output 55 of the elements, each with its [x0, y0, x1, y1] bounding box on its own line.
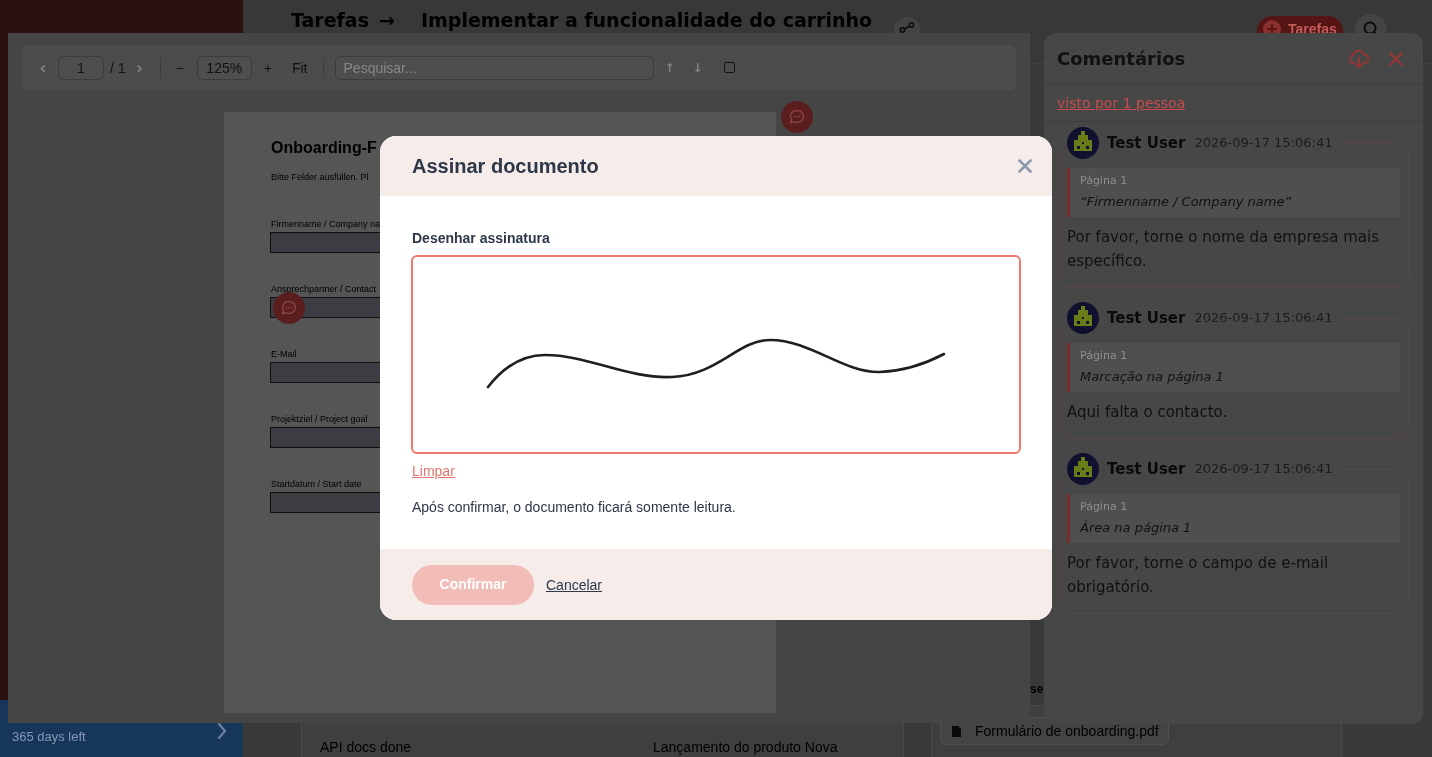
quote-text: “Firmenname / Company name”	[1080, 193, 1292, 211]
clear-link[interactable]: Limpar	[412, 462, 455, 480]
author-name: Test User	[1107, 459, 1186, 479]
section-heading: se	[1030, 681, 1044, 698]
checkbox[interactable]	[723, 62, 735, 73]
file-icon	[952, 725, 961, 737]
input-field[interactable]	[270, 427, 382, 448]
page-reference: Página 1	[1080, 500, 1128, 514]
field-label: E-Mail	[271, 348, 297, 360]
cancel-link[interactable]: Cancelar	[546, 575, 603, 594]
task-title: API docs done	[320, 738, 413, 756]
avatar-icon	[1067, 302, 1099, 334]
input-field[interactable]	[270, 492, 382, 513]
trial-days-text: 365 days left	[12, 729, 86, 745]
fit-button[interactable]: Fit	[291, 59, 308, 76]
close-icon[interactable]	[1018, 159, 1032, 173]
input-field[interactable]	[270, 362, 382, 383]
signature-label: Desenhar assinatura	[412, 229, 550, 247]
author-name: Test User	[1107, 308, 1186, 328]
page-title: Implementar a funcionalidade do carrinho	[420, 9, 873, 32]
input-field[interactable]	[270, 232, 382, 253]
share-icon[interactable]	[894, 17, 921, 33]
dialog-title: Assinar documento	[412, 154, 599, 178]
breadcrumb-link[interactable]: Tarefas	[291, 9, 369, 32]
field-label: Firmenname / Company na	[271, 218, 381, 230]
project-name: Lançamento do produto Nova	[653, 738, 838, 756]
field-label: Ansprechpartner / Contact	[271, 283, 377, 295]
page-reference: Página 1	[1080, 174, 1128, 188]
readonly-note: Após confirmar, o documento ficará somente leitura.	[412, 498, 736, 516]
comment-marker-icon[interactable]	[781, 101, 813, 133]
plus-icon	[1263, 20, 1281, 33]
search-field[interactable]: Pesquisar...	[334, 55, 654, 80]
quote-text: Marcação na página 1	[1080, 368, 1224, 386]
quote-text: Área na página 1	[1080, 519, 1192, 537]
zoom-level-field[interactable]: 125%	[196, 55, 252, 80]
cloud-download-icon[interactable]	[1349, 49, 1369, 68]
seen-by-link[interactable]: visto por 1 pessoa	[1057, 94, 1186, 112]
search-icon[interactable]	[1355, 14, 1387, 33]
document-instructions: Bitte Felder ausfüllen. Pl	[271, 171, 369, 183]
signature-pad[interactable]	[411, 255, 1021, 454]
page-number-field[interactable]: 1	[58, 55, 104, 80]
field-label: Projektziel / Project goal	[271, 413, 368, 425]
page-reference: Página 1	[1080, 349, 1128, 363]
chevron-right-icon[interactable]	[217, 723, 227, 739]
document-title: Onboarding-F	[271, 138, 377, 158]
author-name: Test User	[1107, 133, 1186, 153]
close-icon[interactable]	[1389, 51, 1403, 66]
page-count-text: / 1	[110, 59, 126, 76]
breadcrumb-separator: →	[379, 9, 395, 32]
comment-marker-icon[interactable]	[273, 292, 305, 324]
zoom-out-button[interactable]: −	[175, 59, 184, 76]
avatar-icon	[1067, 453, 1099, 485]
zoom-in-button[interactable]: +	[263, 59, 272, 76]
avatar-icon	[1067, 127, 1099, 159]
field-label: Startdatum / Start date	[271, 478, 362, 490]
